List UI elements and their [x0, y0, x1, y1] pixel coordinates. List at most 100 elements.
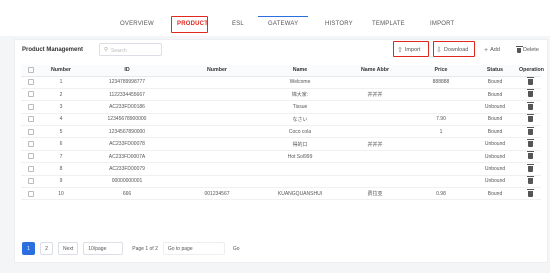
download-icon: ⇩: [436, 47, 442, 54]
table-cell: [411, 175, 471, 189]
import-label: Import: [404, 47, 421, 53]
row-checkbox[interactable]: [28, 165, 34, 172]
table-cell: 5: [41, 125, 81, 139]
tab-import[interactable]: IMPORT: [430, 21, 454, 27]
table-cell: [261, 175, 339, 189]
table-cell: Bound: [471, 187, 519, 201]
table-cell: 6: [41, 137, 81, 151]
table-cell: [261, 162, 339, 176]
table-row[interactable]: 10 666 001234567 KUANGQUANSHUI 费拉亚 0.98 Bound: [21, 187, 541, 201]
table-row[interactable]: 1 1234789998777 Welcome 888888 Bound: [21, 76, 541, 89]
table-cell: 1234567890000: [81, 125, 173, 139]
table-row[interactable]: 4 12345678900000 なさい 7.90 Bound: [21, 113, 541, 127]
page-info: Page 1 of 2: [132, 245, 158, 252]
delete-row-icon[interactable]: [526, 163, 534, 172]
table-cell: [339, 76, 411, 89]
tab-overview[interactable]: OVERVIEW: [120, 21, 154, 27]
column-header: Name: [261, 65, 339, 77]
delete-row-icon[interactable]: [526, 101, 534, 110]
product-tab-highlight: [171, 16, 208, 33]
table-cell: [173, 150, 261, 164]
row-checkbox[interactable]: [28, 103, 34, 110]
search-placeholder: Search: [111, 47, 127, 54]
page-title: Product Management: [22, 47, 84, 53]
table-cell: Unbound: [471, 150, 519, 164]
table-cell: 7: [41, 150, 81, 164]
row-checkbox[interactable]: [28, 128, 34, 135]
delete-row-icon[interactable]: [526, 89, 534, 98]
delete-row-icon[interactable]: [526, 176, 534, 185]
table-row[interactable]: 3 AC233FD00186 Tissue Unbound: [21, 100, 541, 114]
delete-row-icon[interactable]: [526, 114, 534, 123]
table-cell: [339, 150, 411, 164]
column-header: Operation: [519, 65, 544, 77]
table-cell: AC233FD00079: [81, 162, 173, 176]
table-row[interactable]: 9 00000000001 Unbound: [21, 175, 541, 189]
row-checkbox[interactable]: [28, 153, 34, 160]
tab-esl[interactable]: ESL: [232, 21, 244, 27]
table-cell: [173, 162, 261, 176]
table-cell: [411, 100, 471, 114]
trash-icon: [516, 45, 523, 53]
delete-row-icon[interactable]: [526, 138, 534, 147]
row-checkbox[interactable]: [28, 140, 34, 147]
table-cell: 0.98: [411, 187, 471, 201]
row-checkbox[interactable]: [28, 79, 34, 86]
table-cell: 10: [41, 187, 81, 201]
import-button[interactable]: ⇧ Import: [397, 44, 420, 56]
delete-row-icon[interactable]: [526, 188, 534, 197]
table-row[interactable]: 2 1122334455667 锦大家: 并并并 Bound: [21, 88, 541, 102]
table-cell: 666: [81, 187, 173, 201]
goto-page-input[interactable]: Go to page: [162, 242, 225, 255]
table-cell: Hot Sol999: [261, 150, 339, 164]
table-row[interactable]: 7 AC233FD0007A Hot Sol999 Unbound: [21, 150, 541, 164]
tab-history[interactable]: HISTORY: [325, 21, 353, 27]
table-cell: [339, 100, 411, 114]
table-cell: Tissue: [261, 100, 339, 114]
delete-row-icon[interactable]: [526, 126, 534, 135]
go-button[interactable]: Go: [229, 242, 243, 255]
table-cell: Unbound: [471, 162, 519, 176]
table-row[interactable]: 6 AC233FD00078 得的口 并并并 Unbound: [21, 137, 541, 151]
table-row[interactable]: 5 1234567890000 Coco cola 1 Bound: [21, 125, 541, 139]
add-button[interactable]: + Add: [484, 44, 500, 56]
top-navigation: OVERVIEW PRODUCT ESL GATEWAY HISTORY TEM…: [0, 0, 550, 36]
table-cell: Welcome: [261, 76, 339, 89]
table-cell: [173, 100, 261, 114]
table-cell: AC233FD0007A: [81, 150, 173, 164]
page-size-select[interactable]: 10/page: [83, 242, 124, 255]
column-header: Number: [173, 65, 261, 77]
table-cell: [339, 113, 411, 127]
table-cell: 1: [411, 125, 471, 139]
table-cell: 2: [41, 88, 81, 102]
tab-gateway[interactable]: GATEWAY: [268, 21, 298, 27]
delete-row-icon[interactable]: [526, 77, 534, 86]
table-cell: [173, 88, 261, 102]
column-header: Number: [41, 65, 81, 77]
download-button[interactable]: ⇩ Download: [436, 44, 468, 56]
table-cell: Unbound: [471, 137, 519, 151]
delete-button[interactable]: Delete: [516, 44, 539, 56]
table-cell: 1: [41, 76, 81, 89]
delete-row-icon[interactable]: [526, 151, 534, 160]
select-all-checkbox[interactable]: [28, 67, 34, 74]
next-button[interactable]: Next: [58, 242, 79, 255]
table-cell: 锦大家:: [261, 88, 339, 102]
row-checkbox[interactable]: [28, 116, 34, 123]
table-cell: Bound: [471, 88, 519, 102]
row-checkbox[interactable]: [28, 190, 34, 197]
page-button[interactable]: 1: [22, 242, 35, 255]
table-row[interactable]: 8 AC233FD00079 Unbound: [21, 162, 541, 176]
table-cell: [173, 76, 261, 89]
product-management-panel: Product Management ⚲ Search ⇧ Import ⇩ D…: [14, 39, 548, 263]
table-cell: 费拉亚: [339, 187, 411, 201]
table-cell: [411, 137, 471, 151]
row-checkbox[interactable]: [28, 178, 34, 185]
column-header: ID: [81, 65, 173, 77]
page-button[interactable]: 2: [40, 242, 53, 255]
table-cell: 00000000001: [81, 175, 173, 189]
table-cell: 1234789998777: [81, 76, 173, 89]
tab-template[interactable]: TEMPLATE: [372, 21, 405, 27]
row-checkbox[interactable]: [28, 91, 34, 98]
search-input[interactable]: ⚲ Search: [99, 43, 162, 56]
